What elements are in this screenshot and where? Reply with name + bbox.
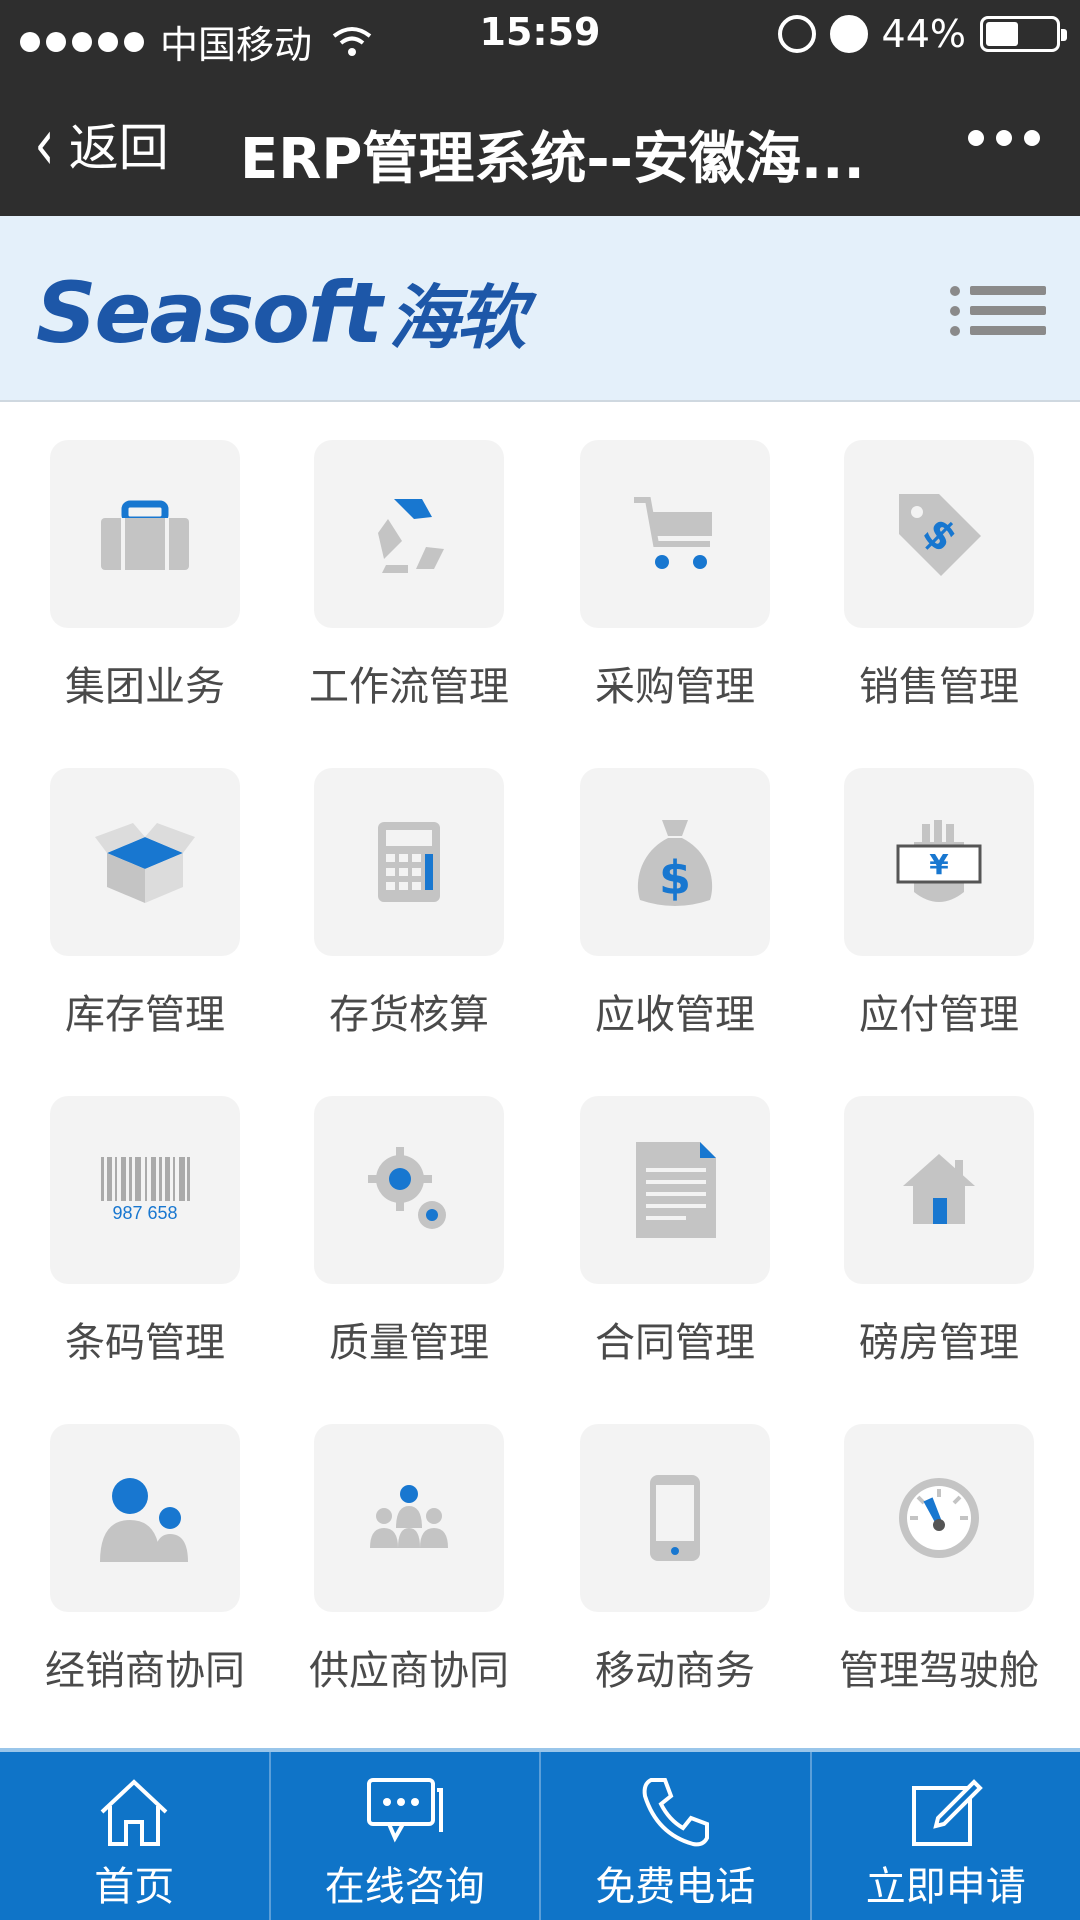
document-icon <box>636 1142 716 1238</box>
module-quality[interactable]: 质量管理 <box>264 1058 534 1386</box>
svg-text:¥: ¥ <box>929 848 949 881</box>
module-dashboard[interactable]: 管理驾驶舱 <box>794 1386 1064 1714</box>
yen-hand-icon: ¥ <box>896 820 982 902</box>
chevron-left-icon: ‹ <box>34 102 55 186</box>
module-label: 库存管理 <box>65 992 225 1038</box>
edit-icon <box>911 1779 983 1846</box>
module-label: 磅房管理 <box>859 1320 1019 1366</box>
module-label: 存货核算 <box>329 992 489 1038</box>
module-label: 应收管理 <box>595 992 755 1038</box>
suppliers-icon <box>370 1485 448 1548</box>
module-dealer-collab[interactable]: 经销商协同 <box>0 1386 270 1714</box>
tab-label: 免费电话 <box>595 1864 756 1910</box>
bottom-tab-bar: 首页 在线咨询 免费电话 立即申请 <box>0 1748 1080 1920</box>
menu-icon[interactable] <box>950 276 1046 340</box>
recycle-icon <box>378 499 444 573</box>
briefcase-icon <box>101 500 189 570</box>
price-tag-icon: $ <box>899 494 981 576</box>
module-barcode[interactable]: 987 658 条码管理 <box>0 1058 270 1386</box>
module-label: 工作流管理 <box>309 664 509 710</box>
tab-apply-now[interactable]: 立即申请 <box>812 1752 1080 1920</box>
tab-home[interactable]: 首页 <box>0 1752 271 1920</box>
phone-icon <box>642 1778 710 1847</box>
module-contract[interactable]: 合同管理 <box>530 1058 800 1386</box>
rotation-lock-icon <box>777 15 816 53</box>
home-icon <box>100 1779 168 1846</box>
module-label: 移动商务 <box>595 1648 755 1694</box>
status-bar: 中国移动 15:59 44% <box>0 0 1080 68</box>
barcode-icon: 987 658 <box>101 1157 190 1223</box>
module-group-business[interactable]: 集团业务 <box>0 402 270 730</box>
chat-icon <box>366 1778 443 1843</box>
nav-bar: ‹ 返回 ERP管理系统--安徽海... <box>0 68 1080 216</box>
module-inventory[interactable]: 库存管理 <box>0 730 270 1058</box>
module-stock-accounting[interactable]: 存货核算 <box>264 730 534 1058</box>
tab-free-call[interactable]: 免费电话 <box>541 1752 812 1920</box>
battery-percent: 44% <box>881 12 966 56</box>
module-label: 质量管理 <box>329 1320 489 1366</box>
module-label: 应付管理 <box>859 992 1019 1038</box>
dashboard-icon <box>899 1478 979 1558</box>
svg-text:$: $ <box>659 851 691 905</box>
module-label: 采购管理 <box>595 664 755 710</box>
module-label: 集团业务 <box>65 664 225 710</box>
mobile-icon <box>650 1475 700 1561</box>
calculator-icon <box>378 822 440 902</box>
seasoft-logo: Seasoft 海软 <box>36 264 527 362</box>
gears-icon <box>368 1147 446 1229</box>
battery-icon <box>980 16 1067 52</box>
brand-header: Seasoft 海软 <box>0 216 1080 402</box>
cart-icon <box>634 497 712 569</box>
alarm-icon <box>829 15 868 53</box>
module-supplier-collab[interactable]: 供应商协同 <box>264 1386 534 1714</box>
module-workflow[interactable]: 工作流管理 <box>264 402 534 730</box>
page-title: ERP管理系统--安徽海... <box>240 127 865 192</box>
back-button[interactable]: ‹ 返回 <box>30 102 169 186</box>
module-receivables[interactable]: $ 应收管理 <box>530 730 800 1058</box>
dealers-icon <box>100 1478 188 1562</box>
house-icon <box>903 1154 975 1224</box>
module-label: 管理驾驶舱 <box>839 1648 1039 1694</box>
module-sales[interactable]: $ 销售管理 <box>794 402 1064 730</box>
module-purchase[interactable]: 采购管理 <box>530 402 800 730</box>
more-options-button[interactable] <box>968 130 1040 146</box>
box-icon <box>95 823 195 903</box>
tab-label: 在线咨询 <box>324 1864 485 1910</box>
module-label: 销售管理 <box>859 664 1019 710</box>
module-label: 供应商协同 <box>309 1648 509 1694</box>
svg-text:987 658: 987 658 <box>112 1203 177 1223</box>
tab-online-consult[interactable]: 在线咨询 <box>271 1752 541 1920</box>
module-mobile-business[interactable]: 移动商务 <box>530 1386 800 1714</box>
back-label: 返回 <box>68 119 169 177</box>
module-label: 合同管理 <box>595 1320 755 1366</box>
module-label: 条码管理 <box>65 1320 225 1366</box>
module-payables[interactable]: ¥ 应付管理 <box>794 730 1064 1058</box>
tab-label: 立即申请 <box>865 1864 1026 1910</box>
tab-label: 首页 <box>94 1864 175 1910</box>
money-bag-icon: $ <box>637 820 713 906</box>
module-weighbridge[interactable]: 磅房管理 <box>794 1058 1064 1386</box>
module-label: 经销商协同 <box>45 1648 245 1694</box>
